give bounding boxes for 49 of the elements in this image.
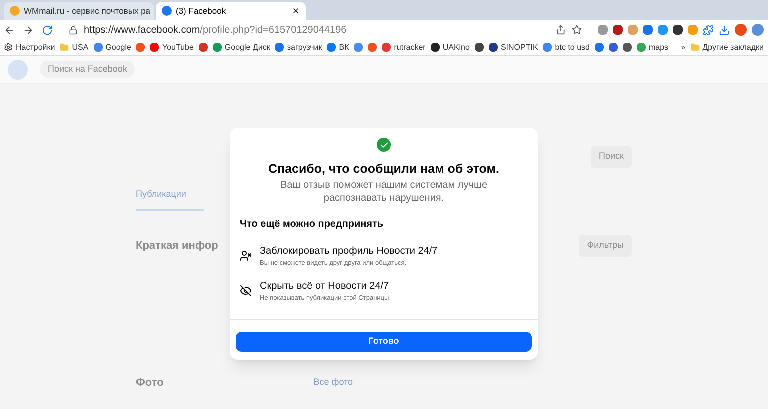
gear-icon bbox=[4, 43, 13, 52]
check-icon bbox=[377, 138, 391, 152]
bookmark-folder[interactable]: Другие закладки bbox=[690, 42, 764, 54]
bookmark[interactable]: YouTube bbox=[150, 42, 194, 54]
bookmark[interactable]: rutracker bbox=[382, 42, 426, 54]
bookmark[interactable]: maps bbox=[636, 42, 669, 54]
bookmark[interactable]: Настройки bbox=[4, 42, 56, 54]
bookmark[interactable]: загрузчик bbox=[275, 42, 322, 54]
share-icon[interactable] bbox=[556, 25, 566, 35]
section-title: Краткая инфор bbox=[136, 238, 218, 254]
forward-icon[interactable] bbox=[23, 24, 34, 36]
action-title: Скрыть всё от Новости 24/7 bbox=[260, 280, 390, 294]
bookmark[interactable]: Google bbox=[94, 42, 132, 54]
browser-tab[interactable]: WMmail.ru - сервис почтовых ра bbox=[4, 2, 154, 20]
bookmark[interactable]: btc to usd bbox=[543, 42, 590, 54]
bookmark[interactable]: UAKino bbox=[430, 42, 470, 54]
bookmark-icon[interactable] bbox=[474, 43, 484, 52]
reload-icon[interactable] bbox=[42, 24, 53, 36]
download-icon[interactable] bbox=[719, 24, 730, 36]
bookmark-icon[interactable] bbox=[608, 43, 618, 52]
folder-icon bbox=[690, 43, 700, 52]
block-user-icon bbox=[240, 250, 252, 262]
puzzle-icon[interactable] bbox=[703, 24, 714, 36]
favicon-icon bbox=[162, 6, 172, 16]
favicon-icon bbox=[10, 6, 20, 16]
url-text: https://www.facebook.com/profile.php?id=61570129044196 bbox=[84, 24, 347, 38]
bookmark[interactable]: Google Диск bbox=[212, 42, 270, 54]
folder-icon bbox=[60, 43, 70, 52]
address-bar[interactable]: https://www.facebook.com/profile.php?id=61570129044196 bbox=[61, 22, 590, 38]
lock-icon bbox=[69, 26, 78, 34]
browser-tab[interactable]: (3) Facebook bbox=[156, 2, 306, 20]
dialog-title: Спасибо, что сообщили нам об этом. bbox=[268, 161, 500, 178]
dialog-subtitle: Ваш отзыв поможет нашим системам лучше распознавать нарушения. bbox=[279, 178, 489, 205]
action-title: Заблокировать профиль Новости 24/7 bbox=[260, 244, 438, 259]
bookmark-icon[interactable] bbox=[622, 43, 632, 52]
star-icon[interactable] bbox=[572, 25, 582, 35]
bookmark[interactable]: ВК bbox=[327, 42, 350, 54]
overflow-button[interactable]: » bbox=[681, 42, 686, 54]
done-button[interactable]: Готово bbox=[236, 332, 532, 352]
bookmark-icon[interactable] bbox=[198, 43, 208, 52]
back-icon[interactable] bbox=[4, 24, 15, 36]
hide-icon bbox=[240, 284, 252, 297]
bookmark-icon[interactable] bbox=[594, 43, 604, 52]
close-icon[interactable] bbox=[292, 7, 300, 15]
section-heading: Что ещё можно предпринять bbox=[239, 218, 385, 232]
section-title: Фото bbox=[136, 376, 164, 390]
profile-icon[interactable] bbox=[735, 24, 747, 36]
bookmark[interactable]: USA bbox=[60, 42, 89, 54]
bookmark[interactable]: SINOPTIK bbox=[488, 42, 538, 54]
